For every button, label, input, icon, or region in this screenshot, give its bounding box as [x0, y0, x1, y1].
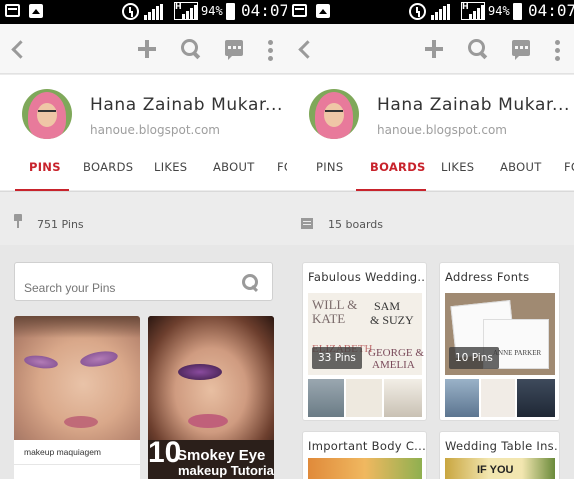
- board-pin-count: 10 Pins: [449, 347, 499, 369]
- profile-header: Hana Zainab Mukar... hanoue.blogspot.com…: [0, 75, 287, 192]
- board-title: Address Fonts: [445, 270, 530, 284]
- plus-icon[interactable]: [425, 40, 443, 58]
- search-icon[interactable]: [468, 39, 488, 59]
- tab-boards[interactable]: BOARDS: [370, 160, 426, 174]
- profile-url[interactable]: hanoue.blogspot.com: [377, 123, 507, 137]
- wifi-signal-icon: [431, 4, 453, 20]
- action-bar: [287, 24, 574, 74]
- wifi-signal-icon: [144, 4, 166, 20]
- tab-following[interactable]: FO: [277, 160, 287, 174]
- mail-notification-icon: [5, 4, 20, 17]
- profile-url[interactable]: hanoue.blogspot.com: [90, 123, 220, 137]
- pin-count: 751 Pins: [37, 218, 84, 231]
- search-icon[interactable]: [242, 274, 260, 292]
- profile-tabs: PINS BOARDS LIKES ABOUT FO: [287, 155, 574, 192]
- board-card[interactable]: Important Body C...: [302, 431, 427, 479]
- cover-text: KATE: [312, 311, 346, 326]
- board-card[interactable]: Fabulous Wedding... WILL & KATE SAM & SU…: [302, 262, 427, 421]
- tab-about[interactable]: ABOUT: [500, 160, 542, 174]
- alarm-icon: [409, 3, 426, 20]
- profile-name: Hana Zainab Mukar...: [90, 95, 284, 115]
- board-title: Important Body C...: [308, 439, 427, 453]
- tab-following[interactable]: FO: [564, 160, 574, 174]
- avatar[interactable]: [22, 89, 72, 139]
- board-cover[interactable]: [308, 458, 422, 479]
- left-screen: H 94% 04:07 Hana Zainab Mukar... hanoue.…: [0, 0, 287, 479]
- stats-row: 751 Pins: [0, 191, 287, 245]
- board-cover[interactable]: WILL & KATE SAM & SUZY ELIZABETH GEORGE …: [308, 293, 424, 375]
- board-thumb: [384, 379, 422, 417]
- image-notification-icon: [29, 4, 43, 18]
- board-title: Fabulous Wedding...: [308, 270, 427, 284]
- pin-overlay-title: Smokey Eye: [177, 447, 266, 464]
- board-thumb: [517, 379, 555, 417]
- cell-signal-icon: H: [461, 2, 485, 20]
- stats-row: 15 boards: [287, 191, 574, 245]
- pin-image[interactable]: [14, 316, 140, 440]
- cover-text: GEORGE &: [368, 347, 424, 359]
- image-notification-icon: [316, 4, 330, 18]
- board-thumb: [346, 379, 382, 417]
- pin-overlay-subtitle: makeup Tutorials: [178, 463, 274, 478]
- clock: 04:07: [528, 1, 574, 20]
- boards-grid: Fabulous Wedding... WILL & KATE SAM & SU…: [287, 245, 574, 479]
- board-count: 15 boards: [328, 218, 383, 231]
- cover-text: IF YOU: [477, 464, 514, 476]
- board-cover[interactable]: ANNE PARKER 10 Pins: [445, 293, 555, 375]
- tab-pins[interactable]: PINS: [316, 160, 343, 174]
- board-icon: [301, 218, 313, 229]
- tab-likes[interactable]: LIKES: [441, 160, 474, 174]
- alarm-icon: [122, 3, 139, 20]
- more-vert-icon[interactable]: [555, 40, 560, 61]
- cover-text: & SUZY: [370, 313, 414, 327]
- battery-percent: 94%: [201, 4, 223, 18]
- tab-pins[interactable]: PINS: [29, 160, 61, 174]
- pin-caption: makeup maquiagem: [24, 447, 102, 457]
- action-bar: [0, 24, 287, 74]
- pin-image[interactable]: [148, 316, 274, 440]
- profile-header: Hana Zainab Mukar... hanoue.blogspot.com…: [287, 75, 574, 192]
- pin-icon: [13, 214, 23, 228]
- battery-icon: [226, 3, 235, 20]
- cover-text: ANNE PARKER: [493, 349, 542, 357]
- message-icon[interactable]: [512, 40, 530, 60]
- avatar[interactable]: [309, 89, 359, 139]
- board-pin-count: 33 Pins: [312, 347, 362, 369]
- pin-card[interactable]: makeup maquiagem: [14, 316, 140, 479]
- cover-text: SAM: [374, 299, 401, 313]
- board-card[interactable]: Wedding Table Ins... IF YOU: [439, 431, 560, 479]
- cover-text: AMELIA: [372, 359, 415, 371]
- board-title: Wedding Table Ins...: [445, 439, 560, 453]
- message-icon[interactable]: [225, 40, 243, 60]
- battery-icon: [513, 3, 522, 20]
- status-bar: H 94% 04:07: [0, 0, 287, 24]
- right-screen: H 94% 04:07 Hana Zainab Mukar... hanoue.…: [287, 0, 574, 479]
- board-cover[interactable]: IF YOU: [445, 458, 555, 479]
- profile-name: Hana Zainab Mukar...: [377, 95, 571, 115]
- more-vert-icon[interactable]: [268, 40, 273, 61]
- tab-about[interactable]: ABOUT: [213, 160, 255, 174]
- board-thumb: [308, 379, 344, 417]
- tab-likes[interactable]: LIKES: [154, 160, 187, 174]
- network-type-label: H: [175, 2, 182, 11]
- clock: 04:07: [241, 1, 287, 20]
- network-type-label: H: [462, 2, 469, 11]
- tab-boards[interactable]: BOARDS: [83, 160, 133, 174]
- board-card[interactable]: Address Fonts ANNE PARKER 10 Pins: [439, 262, 560, 421]
- profile-tabs: PINS BOARDS LIKES ABOUT FO: [0, 155, 287, 192]
- plus-icon[interactable]: [138, 40, 156, 58]
- back-arrow-icon[interactable]: [10, 39, 24, 59]
- cell-signal-icon: H: [174, 2, 198, 20]
- board-thumb: [445, 379, 479, 417]
- back-arrow-icon[interactable]: [297, 39, 311, 59]
- board-thumb: [481, 379, 515, 417]
- battery-percent: 94%: [488, 4, 510, 18]
- status-bar: H 94% 04:07: [287, 0, 574, 24]
- pin-card[interactable]: 10 Smokey Eye makeup Tutorials: [148, 316, 274, 479]
- search-icon[interactable]: [181, 39, 201, 59]
- pins-grid: makeup maquiagem 10 Smokey Eye makeup Tu…: [0, 245, 287, 479]
- mail-notification-icon: [292, 4, 307, 17]
- search-pins-input[interactable]: [14, 262, 273, 301]
